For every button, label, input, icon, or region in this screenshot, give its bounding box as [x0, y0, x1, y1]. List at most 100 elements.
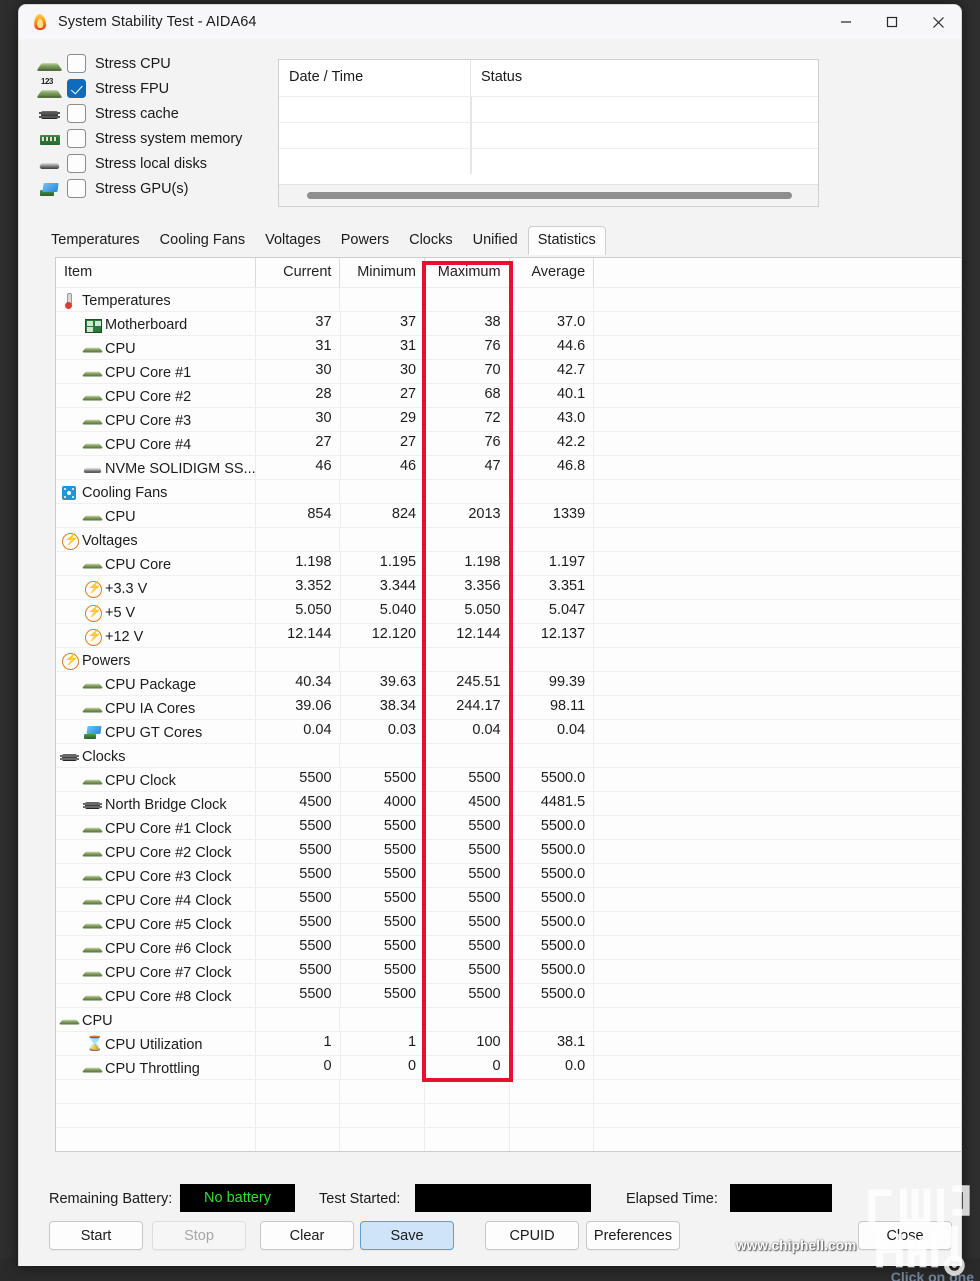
- table-row[interactable]: CPU Clock 5500 5500 5500 5500.0: [56, 768, 961, 792]
- statistics-item-label: +12 V: [105, 628, 144, 645]
- stress-fpu-checkbox[interactable]: [67, 79, 86, 98]
- table-row[interactable]: CPU GT Cores 0.04 0.03 0.04 0.04: [56, 720, 961, 744]
- horizontal-scrollbar[interactable]: [279, 184, 818, 206]
- table-row[interactable]: [279, 148, 818, 174]
- statistics-current-cell: 0: [256, 1056, 341, 1079]
- thermometer-icon: [60, 292, 79, 309]
- stress-option-cpu[interactable]: Stress CPU: [37, 51, 274, 76]
- cpuid-button[interactable]: CPUID: [485, 1221, 579, 1250]
- table-row[interactable]: CPU Core 1.198 1.195 1.198 1.197: [56, 552, 961, 576]
- table-row[interactable]: CPU Core #6 Clock 5500 5500 5500 5500.0: [56, 936, 961, 960]
- table-row[interactable]: CPU Core #5 Clock 5500 5500 5500 5500.0: [56, 912, 961, 936]
- event-log-panel[interactable]: Date / Time Status: [278, 59, 819, 207]
- statistics-item-label: CPU: [105, 508, 136, 525]
- table-row[interactable]: CPU Core #1 Clock 5500 5500 5500 5500.0: [56, 816, 961, 840]
- tab-unified[interactable]: Unified: [463, 226, 528, 255]
- column-header-status[interactable]: Status: [471, 60, 818, 96]
- minimize-icon[interactable]: [823, 5, 869, 39]
- table-row[interactable]: North Bridge Clock 4500 4000 4500 4481.5: [56, 792, 961, 816]
- statistics-minimum-cell: [340, 744, 425, 767]
- table-row[interactable]: CPU Core #4 27 27 76 42.2: [56, 432, 961, 456]
- table-row[interactable]: CPU Package 40.34 39.63 245.51 99.39: [56, 672, 961, 696]
- column-header-spacer: [594, 258, 961, 287]
- stress-disks-checkbox[interactable]: [67, 154, 86, 173]
- stress-option-disks[interactable]: Stress local disks: [38, 151, 274, 176]
- save-button[interactable]: Save: [360, 1221, 454, 1250]
- table-row[interactable]: Clocks: [56, 744, 961, 768]
- clear-button[interactable]: Clear: [260, 1221, 354, 1250]
- close-button[interactable]: Close: [858, 1221, 952, 1250]
- maximize-icon[interactable]: [869, 5, 915, 39]
- table-row[interactable]: CPU Utilization1110038.1: [56, 1032, 961, 1056]
- stress-option-memory[interactable]: Stress system memory: [39, 126, 274, 151]
- table-row[interactable]: +3.3 V 3.3523.3443.3563.351: [56, 576, 961, 600]
- statistics-item-label: Cooling Fans: [82, 484, 168, 501]
- table-row[interactable]: CPU 31 31 76 44.6: [56, 336, 961, 360]
- statistics-item-label: Voltages: [82, 532, 138, 549]
- tab-powers[interactable]: Powers: [331, 226, 399, 255]
- stress-option-cache[interactable]: Stress cache: [39, 101, 274, 126]
- scrollbar-thumb[interactable]: [307, 192, 792, 199]
- statistics-average-cell: 98.11: [510, 696, 595, 719]
- table-row[interactable]: +12 V12.14412.12012.14412.137: [56, 624, 961, 648]
- statistics-minimum-cell: 0.03: [341, 720, 426, 743]
- table-row[interactable]: CPU Core #4 Clock 5500 5500 5500 5500.0: [56, 888, 961, 912]
- test-started-value: [415, 1184, 591, 1212]
- column-header-item[interactable]: Item: [56, 258, 256, 287]
- stress-option-label: Stress FPU: [95, 80, 170, 97]
- column-header-date-time[interactable]: Date / Time: [279, 60, 471, 96]
- statistics-item-label: CPU Core #5 Clock: [105, 916, 232, 933]
- table-row[interactable]: CPU Core #7 Clock 5500 5500 5500 5500.0: [56, 960, 961, 984]
- table-row[interactable]: CPU Core #3 Clock 5500 5500 5500 5500.0: [56, 864, 961, 888]
- tab-clocks[interactable]: Clocks: [399, 226, 463, 255]
- column-header-maximum[interactable]: Maximum: [425, 258, 510, 287]
- statistics-minimum-cell: 12.120: [341, 624, 426, 647]
- table-row[interactable]: CPU Core #2 28 27 68 40.1: [56, 384, 961, 408]
- table-row[interactable]: CPU 854 824 2013 1339: [56, 504, 961, 528]
- statistics-current-cell: [256, 1008, 341, 1031]
- table-row[interactable]: [279, 122, 818, 148]
- column-header-average[interactable]: Average: [510, 258, 595, 287]
- statistics-item-cell: NVMe SOLIDIGM SS...: [56, 456, 256, 479]
- table-row[interactable]: CPU IA Cores 39.06 38.34 244.17 98.11: [56, 696, 961, 720]
- table-row[interactable]: Temperatures: [56, 288, 961, 312]
- stress-cache-checkbox[interactable]: [67, 104, 86, 123]
- table-row[interactable]: CPU Core #8 Clock 5500 5500 5500 5500.0: [56, 984, 961, 1008]
- table-row[interactable]: NVMe SOLIDIGM SS... 46 46 47 46.8: [56, 456, 961, 480]
- table-row[interactable]: CPU Core #1 30 30 70 42.7: [56, 360, 961, 384]
- table-row-empty: [56, 1080, 961, 1104]
- screen: Click on one System Stability Test - AID…: [0, 0, 980, 1281]
- table-row[interactable]: +5 V5.0505.0405.0505.047: [56, 600, 961, 624]
- statistics-maximum-cell: 0: [425, 1056, 510, 1079]
- stress-option-gpu[interactable]: Stress GPU(s): [39, 176, 274, 201]
- table-row[interactable]: [279, 96, 818, 122]
- table-row[interactable]: CPU Core #2 Clock 5500 5500 5500 5500.0: [56, 840, 961, 864]
- close-icon[interactable]: [915, 5, 961, 39]
- table-row[interactable]: Powers: [56, 648, 961, 672]
- event-log-header: Date / Time Status: [279, 60, 818, 96]
- statistics-maximum-cell: 2013: [425, 504, 510, 527]
- table-row[interactable]: CPU Throttling 0 0 0 0.0: [56, 1056, 961, 1080]
- cpu-icon: [83, 340, 102, 357]
- preferences-button[interactable]: Preferences: [586, 1221, 680, 1250]
- column-header-current[interactable]: Current: [256, 258, 341, 287]
- table-row[interactable]: Cooling Fans: [56, 480, 961, 504]
- stress-memory-checkbox[interactable]: [67, 129, 86, 148]
- table-row[interactable]: Voltages: [56, 528, 961, 552]
- stress-gpu-checkbox[interactable]: [67, 179, 86, 198]
- statistics-minimum-cell: [340, 528, 425, 551]
- stress-option-fpu[interactable]: 123 Stress FPU: [37, 76, 274, 101]
- start-button[interactable]: Start: [49, 1221, 143, 1250]
- tab-voltages[interactable]: Voltages: [255, 226, 331, 255]
- tab-cooling-fans[interactable]: Cooling Fans: [150, 226, 255, 255]
- tab-temperatures[interactable]: Temperatures: [41, 226, 150, 255]
- cpu-icon: [83, 508, 102, 525]
- stress-cpu-checkbox[interactable]: [67, 54, 86, 73]
- table-row[interactable]: CPU Core #3 30 29 72 43.0: [56, 408, 961, 432]
- table-row[interactable]: Motherboard 37 37 38 37.0: [56, 312, 961, 336]
- column-header-minimum[interactable]: Minimum: [340, 258, 426, 287]
- statistics-current-cell: [256, 648, 341, 671]
- statistics-item-cell: +3.3 V: [56, 576, 256, 599]
- tab-statistics[interactable]: Statistics: [527, 226, 606, 255]
- table-row[interactable]: CPU: [56, 1008, 961, 1032]
